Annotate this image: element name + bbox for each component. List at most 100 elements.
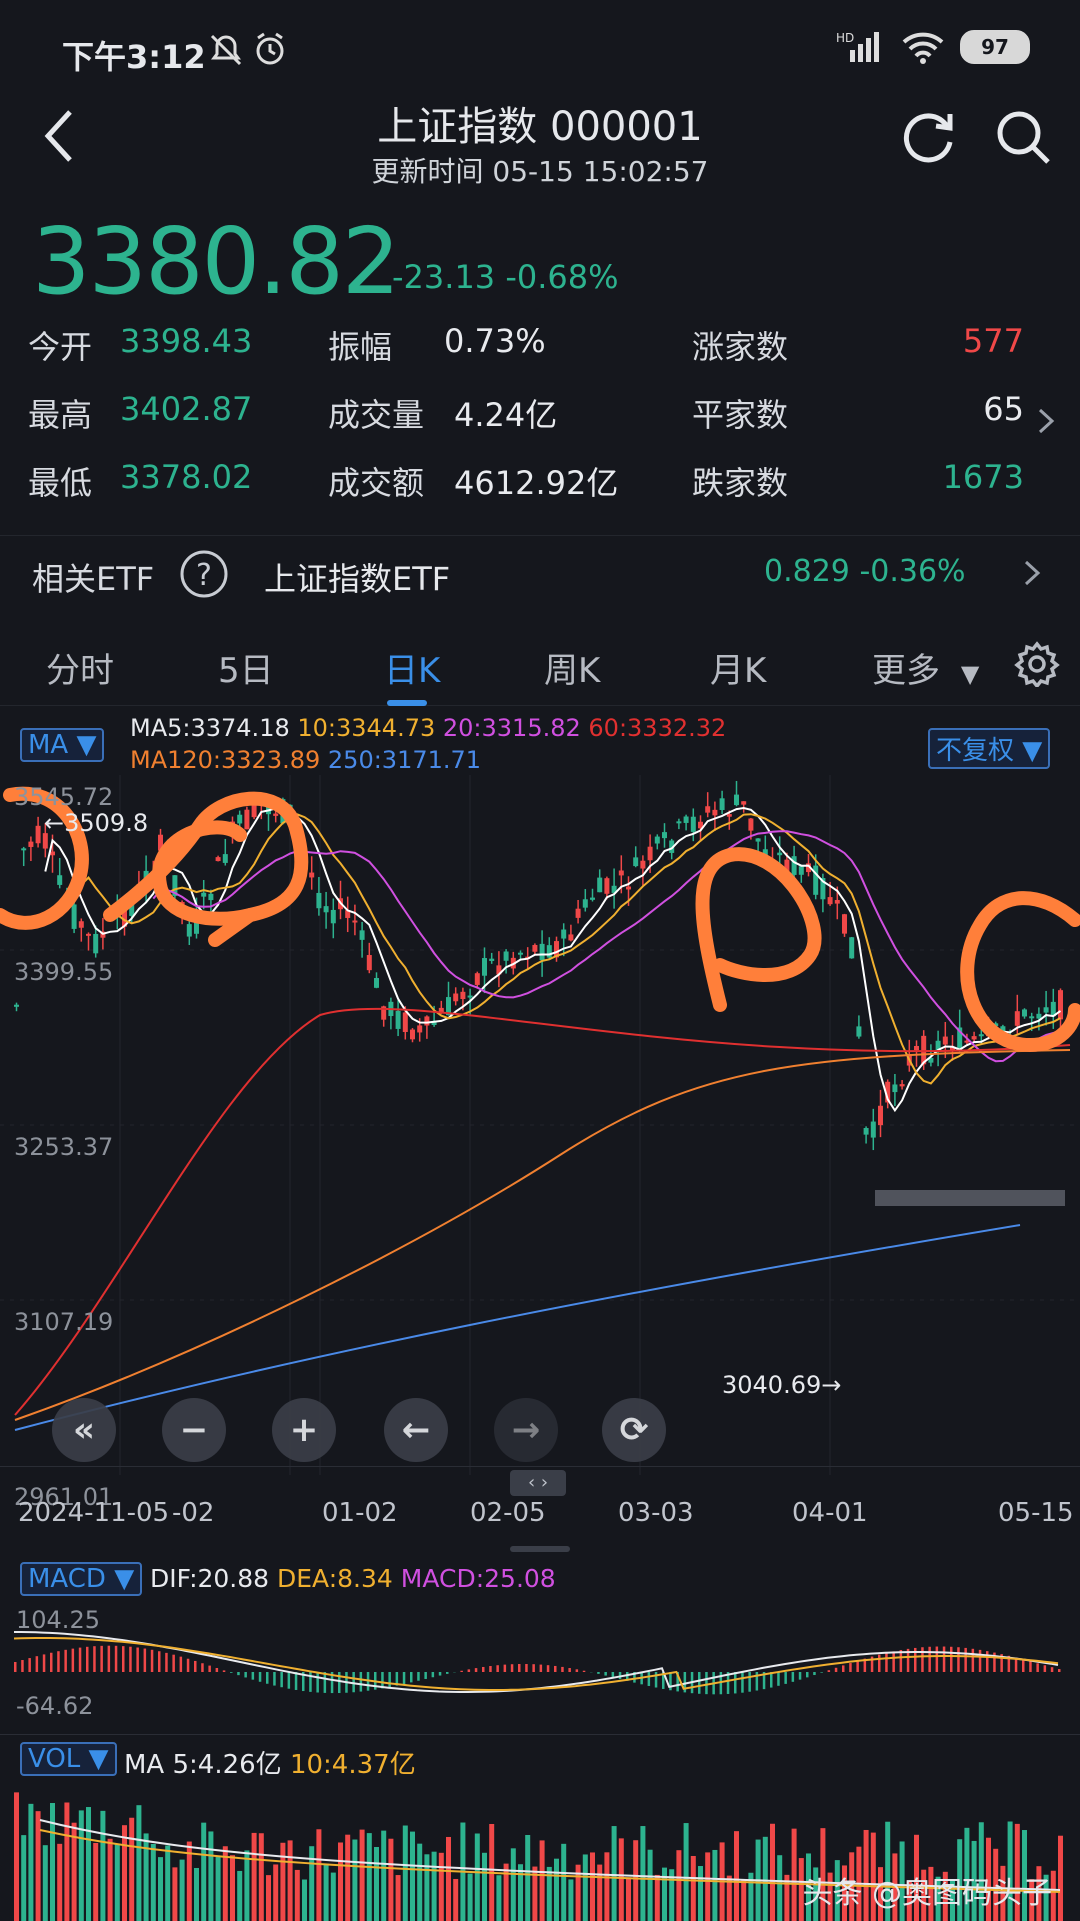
macd-axis-top: 104.25: [16, 1606, 100, 1634]
stat-value-high: 3402.87: [120, 390, 253, 428]
zoom-out-button[interactable]: −: [162, 1398, 226, 1462]
ma5-value: MA5:3374.18: [130, 714, 290, 742]
macd-axis-bottom: -64.62: [16, 1692, 93, 1720]
gear-icon: [1014, 641, 1060, 687]
caret-down-icon: ▼: [114, 1564, 135, 1594]
ma-indicator-selector[interactable]: MA ▼: [20, 728, 105, 762]
watermark: 头条 @奥图码头子: [802, 1876, 1052, 1911]
chevron-right-icon: [1024, 560, 1041, 586]
ma-chip-label: MA: [28, 730, 69, 760]
etf-price: 0.829: [764, 554, 850, 589]
refresh-button[interactable]: [900, 108, 958, 166]
etf-label: 相关ETF: [32, 560, 155, 598]
help-button[interactable]: ?: [178, 548, 230, 600]
date-label-6: 04-01: [792, 1498, 868, 1528]
tab-more-label: 更多: [872, 651, 940, 691]
ma250-value: 250:3171.71: [327, 746, 482, 774]
chart-settings-button[interactable]: [1014, 641, 1060, 687]
date-label-7: 05-15: [998, 1498, 1074, 1528]
etf-quote: 0.829 -0.36%: [764, 554, 966, 589]
drag-arrows-icon: ‹ ›: [527, 1472, 549, 1493]
etf-detail-chevron: [1024, 560, 1041, 586]
wifi-icon: [902, 32, 944, 64]
date-label-1: 2024-11-05: [18, 1498, 170, 1528]
stat-label-high: 最高: [28, 396, 93, 434]
support-band: [875, 1190, 1065, 1206]
stat-value-open: 3398.43: [120, 322, 253, 360]
panel-resize-handle[interactable]: [510, 1546, 570, 1552]
tab-more[interactable]: 更多 ▼: [872, 643, 979, 692]
network-label: HD: [836, 31, 854, 45]
tab-monthly-k[interactable]: 月K: [710, 643, 766, 692]
stat-label-turnover: 成交额: [328, 464, 425, 502]
ma-legend-row2: MA120:3323.89 250:3171.71: [130, 746, 481, 774]
search-icon: [997, 111, 1050, 164]
stat-value-low: 3378.02: [120, 458, 253, 496]
signal-icon: HD: [836, 31, 879, 62]
stat-label-unchanged: 平家数: [692, 396, 789, 434]
etf-name: 上证指数ETF: [264, 560, 451, 598]
bell-off-icon: [210, 34, 242, 66]
ma60-value: 60:3332.32: [588, 714, 727, 742]
date-label-2: -02: [172, 1498, 215, 1528]
rotate-screen-button[interactable]: ⟳: [602, 1398, 666, 1462]
range-drag-handle[interactable]: ‹ ›: [510, 1470, 566, 1496]
macd-value: MACD:25.08: [400, 1564, 556, 1593]
adjust-selector[interactable]: 不复权 ▼: [928, 728, 1051, 769]
pan-right-button[interactable]: →: [494, 1398, 558, 1462]
active-tab-indicator: [387, 700, 427, 706]
vol-ma10: 10:4.37亿: [289, 1750, 416, 1780]
ma20-value: 20:3315.82: [442, 714, 581, 742]
zoom-in-button[interactable]: +: [272, 1398, 336, 1462]
price-axis-label-top: 3545.72: [14, 783, 113, 811]
tab-daily-k[interactable]: 日K: [384, 643, 440, 692]
status-time: 下午3:12: [62, 38, 206, 76]
price-axis-label-3: 3253.37: [14, 1133, 113, 1161]
low-annotation: 3040.69→: [722, 1371, 841, 1399]
macd-indicator-selector[interactable]: MACD ▼: [20, 1562, 143, 1596]
pan-left-button[interactable]: ←: [384, 1398, 448, 1462]
refresh-icon: [903, 113, 953, 163]
caret-down-icon: ▼: [1022, 736, 1043, 766]
arrow-left-icon: ←: [401, 1410, 431, 1450]
stat-label-amplitude: 振幅: [328, 328, 393, 366]
plus-icon: +: [289, 1410, 319, 1450]
stat-label-volume: 成交量: [328, 396, 425, 434]
double-chevron-left-icon: «: [73, 1410, 95, 1450]
tab-weekly-k[interactable]: 周K: [544, 643, 600, 692]
panel-divider: [0, 1734, 1080, 1735]
tab-intraday[interactable]: 分时: [46, 643, 114, 692]
vol-legend: MA 5:4.26亿 10:4.37亿: [124, 1744, 416, 1781]
date-label-4: 02-05: [470, 1498, 546, 1528]
etf-row[interactable]: 相关ETF ? 上证指数ETF 0.829 -0.36%: [0, 535, 1080, 606]
date-label-5: 03-03: [618, 1498, 694, 1528]
stat-label-decliners: 跌家数: [692, 464, 789, 502]
search-button[interactable]: [994, 108, 1052, 166]
chart-period-tabs: 分时 5日 日K 周K 月K 更多 ▼: [0, 625, 1080, 706]
vol-ma5: MA 5:4.26亿: [124, 1750, 282, 1780]
stat-value-decliners: 1673: [942, 458, 1024, 496]
current-price: 3380.82: [32, 208, 400, 315]
vol-indicator-selector[interactable]: VOL ▼: [20, 1742, 117, 1776]
stat-label-advancers: 涨家数: [692, 328, 789, 366]
price-axis-label-4: 3107.19: [14, 1308, 113, 1336]
macd-dea: DEA:8.34: [277, 1564, 393, 1593]
price-axis-label-2: 3399.55: [14, 958, 113, 986]
status-icons: HD 97: [836, 30, 1030, 64]
stat-value-amplitude: 0.73%: [444, 322, 546, 360]
caret-down-icon: ▼: [88, 1744, 109, 1774]
ma10-value: 10:3344.73: [297, 714, 436, 742]
change-percent: -0.68%: [505, 258, 619, 296]
etf-change-pct: -0.36%: [859, 554, 966, 589]
breadth-detail-button[interactable]: [1036, 406, 1056, 436]
macd-chart[interactable]: 104.25 -64.62: [0, 1602, 1080, 1732]
tab-5day[interactable]: 5日: [218, 643, 274, 692]
zoom-fast-back-button[interactable]: «: [52, 1398, 116, 1462]
stat-label-low: 最低: [28, 464, 93, 502]
date-axis-line: [0, 1466, 1080, 1467]
ma-legend-row1: MA5:3374.18 10:3344.73 20:3315.82 60:333…: [130, 714, 726, 742]
macd-chip-label: MACD: [28, 1564, 106, 1594]
stat-value-advancers: 577: [962, 322, 1024, 360]
status-mute-alarm-icons: [210, 32, 284, 66]
macd-dif: DIF:20.88: [150, 1564, 270, 1593]
